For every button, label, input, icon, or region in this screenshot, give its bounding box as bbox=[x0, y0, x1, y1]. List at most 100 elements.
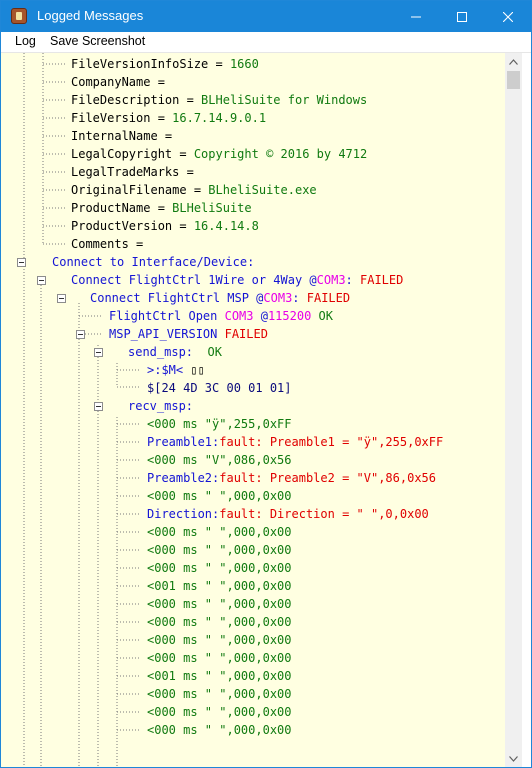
log-text: MSP_API_VERSION bbox=[109, 327, 225, 341]
log-text: <000 ms " ",000,0x00 bbox=[147, 489, 292, 503]
minimize-button[interactable] bbox=[393, 1, 439, 32]
scroll-down-button[interactable] bbox=[505, 750, 522, 767]
logged-messages-window: Logged Messages Log Save Screenshot File… bbox=[0, 0, 532, 768]
log-fault: fault: Preamble2 = "V",86,0x56 bbox=[219, 471, 436, 485]
expander-minus-icon[interactable] bbox=[76, 330, 85, 339]
log-label: Preamble1: bbox=[147, 435, 220, 449]
log-port: COM3 bbox=[263, 291, 293, 305]
log-text: : bbox=[292, 291, 307, 305]
log-line-connect-1wire: Connect FlightCtrl 1Wire or 4Way @COM3: … bbox=[71, 271, 403, 289]
log-text: <000 ms " ",000,0x00 bbox=[147, 615, 292, 629]
expander-minus-icon[interactable] bbox=[57, 294, 66, 303]
log-text: recv_msp: bbox=[128, 399, 194, 413]
log-line: <000 ms " ",000,0x00 bbox=[147, 613, 292, 631]
close-button[interactable] bbox=[485, 1, 531, 32]
scroll-up-arrow-icon bbox=[509, 58, 518, 65]
log-line-connect-msp: Connect FlightCtrl MSP @COM3: FAILED bbox=[90, 289, 350, 307]
log-key: CompanyName = bbox=[71, 75, 165, 89]
log-tree-view[interactable]: FileVersionInfoSize = 1660 CompanyName =… bbox=[1, 53, 505, 767]
log-text: : bbox=[345, 273, 360, 287]
minimize-icon bbox=[411, 16, 421, 17]
expander-minus-icon[interactable] bbox=[94, 402, 103, 411]
scrollbar-thumb[interactable] bbox=[507, 71, 520, 89]
log-line: <000 ms " ",000,0x00 bbox=[147, 487, 292, 505]
expander-minus-icon[interactable] bbox=[17, 258, 26, 267]
log-status-failed: FAILED bbox=[224, 327, 268, 341]
log-line: <000 ms " ",000,0x00 bbox=[147, 703, 292, 721]
log-text: send_msp: bbox=[128, 345, 208, 359]
log-port: COM3 bbox=[316, 273, 346, 287]
log-baud: 115200 bbox=[267, 309, 312, 323]
maximize-button[interactable] bbox=[439, 1, 485, 32]
log-text: <000 ms " ",000,0x00 bbox=[147, 705, 292, 719]
log-text: <000 ms " ",000,0x00 bbox=[147, 633, 292, 647]
scroll-up-button[interactable] bbox=[505, 53, 522, 70]
log-line: CompanyName = bbox=[71, 73, 165, 91]
log-key: OriginalFilename = bbox=[71, 183, 209, 197]
log-line: <000 ms " ",000,0x00 bbox=[147, 685, 292, 703]
log-status-ok: OK bbox=[207, 345, 222, 359]
log-label: Preamble2: bbox=[147, 471, 220, 485]
log-line: <000 ms " ",000,0x00 bbox=[147, 721, 292, 739]
log-value: 16.7.14.9.0.1 bbox=[172, 111, 267, 125]
log-text: FlightCtrl Open bbox=[109, 309, 225, 323]
expander-minus-icon[interactable] bbox=[94, 348, 103, 357]
log-text: <000 ms " ",000,0x00 bbox=[147, 651, 292, 665]
log-line: Comments = bbox=[71, 235, 143, 253]
log-line-open: FlightCtrl Open COM3 @115200 OK bbox=[109, 307, 333, 325]
log-key: InternalName = bbox=[71, 129, 173, 143]
log-line: InternalName = bbox=[71, 127, 172, 145]
close-icon bbox=[503, 11, 513, 22]
log-key: FileDescription = bbox=[71, 93, 202, 107]
log-text: <000 ms "V",086,0x56 bbox=[147, 453, 292, 467]
log-key: FileVersionInfoSize = bbox=[71, 57, 230, 71]
log-line: Direction:fault: Direction = " ",0,0x00 bbox=[147, 505, 429, 523]
menu-save-screenshot[interactable]: Save Screenshot bbox=[50, 34, 145, 48]
menu-bar: Log Save Screenshot bbox=[1, 32, 531, 53]
log-text: Connect FlightCtrl MSP @ bbox=[90, 291, 264, 305]
log-line-connect-interface: Connect to Interface/Device: bbox=[52, 253, 254, 271]
log-line: <001 ms " ",000,0x00 bbox=[147, 577, 292, 595]
log-line: <000 ms "V",086,0x56 bbox=[147, 451, 292, 469]
expander-minus-icon[interactable] bbox=[37, 276, 46, 285]
log-line: <000 ms "ÿ",255,0xFF bbox=[147, 415, 292, 433]
log-fault: fault: Preamble1 = "ÿ",255,0xFF bbox=[219, 435, 444, 449]
log-line: ProductVersion = 16.4.14.8 bbox=[71, 217, 259, 235]
log-status-failed: FAILED bbox=[360, 273, 404, 287]
log-text: <000 ms " ",000,0x00 bbox=[147, 687, 292, 701]
log-key: LegalCopyright = bbox=[71, 147, 194, 161]
log-value: BLHeliSuite for Windows bbox=[201, 93, 368, 107]
log-line: <000 ms " ",000,0x00 bbox=[147, 631, 292, 649]
app-icon[interactable] bbox=[11, 8, 27, 24]
window-frame bbox=[522, 53, 531, 767]
log-line: Preamble2:fault: Preamble2 = "V",86,0x56 bbox=[147, 469, 436, 487]
log-line: <000 ms " ",000,0x00 bbox=[147, 541, 292, 559]
log-line: Preamble1:fault: Preamble1 = "ÿ",255,0xF… bbox=[147, 433, 443, 451]
maximize-icon bbox=[457, 11, 467, 22]
log-line: <000 ms " ",000,0x00 bbox=[147, 523, 292, 541]
log-text: <001 ms " ",000,0x00 bbox=[147, 579, 292, 593]
log-text: @ bbox=[253, 309, 268, 323]
log-key: ProductName = bbox=[71, 201, 173, 215]
log-key: ProductVersion = bbox=[71, 219, 194, 233]
log-value: Copyright © 2016 by 4712 bbox=[193, 147, 368, 161]
log-key: FileVersion = bbox=[71, 111, 173, 125]
log-text: Connect to Interface/Device: bbox=[52, 255, 255, 269]
log-line: LegalCopyright = Copyright © 2016 by 471… bbox=[71, 145, 367, 163]
log-value: 16.4.14.8 bbox=[193, 219, 259, 233]
vertical-scrollbar[interactable] bbox=[505, 53, 522, 767]
menu-log[interactable]: Log bbox=[15, 34, 36, 48]
log-line-msp-api-version: MSP_API_VERSION FAILED bbox=[109, 325, 268, 343]
log-line: FileVersion = 16.7.14.9.0.1 bbox=[71, 109, 266, 127]
log-text: <000 ms " ",000,0x00 bbox=[147, 597, 292, 611]
log-line: FileVersionInfoSize = 1660 bbox=[71, 55, 259, 73]
log-line: <000 ms " ",000,0x00 bbox=[147, 595, 292, 613]
log-key: LegalTradeMarks = bbox=[71, 165, 194, 179]
log-text: <000 ms " ",000,0x00 bbox=[147, 543, 292, 557]
title-bar[interactable]: Logged Messages bbox=[1, 1, 531, 32]
log-text: Connect FlightCtrl 1Wire or 4Way @ bbox=[71, 273, 317, 287]
window-title: Logged Messages bbox=[37, 8, 144, 23]
log-line: <000 ms " ",000,0x00 bbox=[147, 649, 292, 667]
log-line: <000 ms " ",000,0x00 bbox=[147, 559, 292, 577]
log-line-recv-msp: recv_msp: bbox=[128, 397, 193, 415]
